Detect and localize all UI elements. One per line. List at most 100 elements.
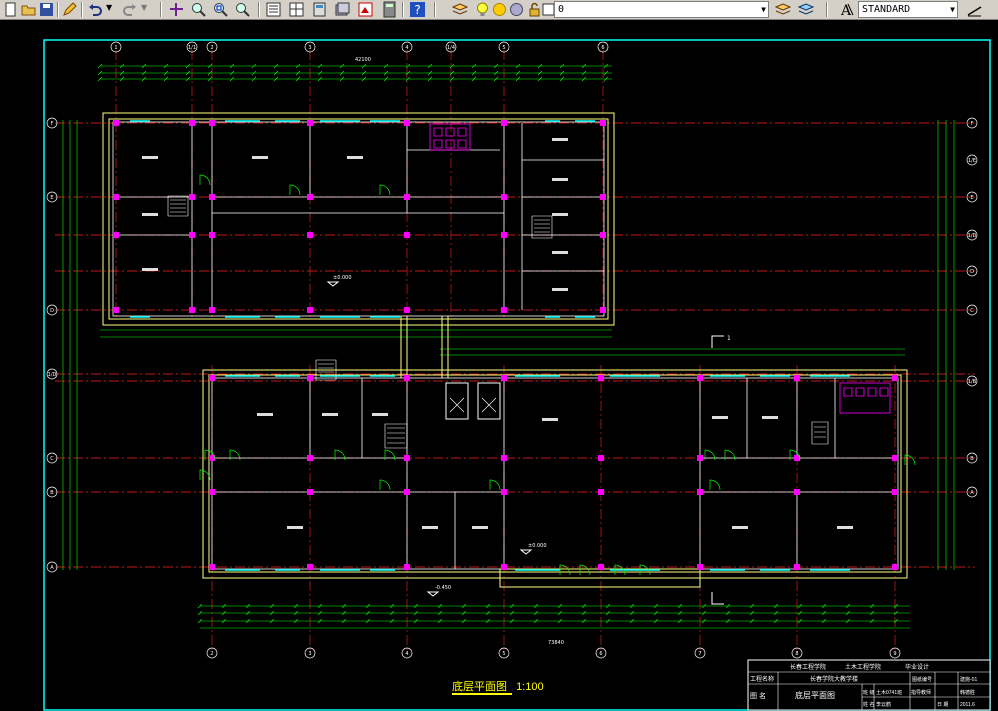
axis-bubble-label: 9 bbox=[893, 651, 896, 657]
properties-icon[interactable] bbox=[265, 1, 282, 18]
sun-icon[interactable] bbox=[491, 1, 508, 18]
lightbulb-icon[interactable] bbox=[474, 1, 491, 18]
column bbox=[501, 455, 507, 461]
help-icon[interactable]: ? bbox=[409, 1, 426, 18]
layer-manager-icon[interactable] bbox=[451, 1, 468, 18]
undo-icon[interactable] bbox=[87, 1, 104, 18]
column bbox=[404, 489, 410, 495]
svg-text:±0.000: ±0.000 bbox=[333, 275, 352, 281]
svg-text:1: 1 bbox=[727, 335, 731, 342]
column bbox=[209, 564, 215, 570]
room-label bbox=[762, 416, 778, 419]
svg-text:?: ? bbox=[414, 3, 420, 17]
redo-icon[interactable] bbox=[121, 1, 138, 18]
axis-grid-lines bbox=[55, 50, 975, 650]
column bbox=[113, 194, 119, 200]
axis-bubble-label: 1/D bbox=[968, 233, 977, 239]
axis-bubble-label: E bbox=[970, 195, 973, 201]
drawing-caption-title: 底层平面图 bbox=[452, 681, 507, 693]
axis-bubble-label: 3 bbox=[308, 45, 311, 51]
column bbox=[501, 375, 507, 381]
connector-walls bbox=[400, 316, 501, 420]
lower-block-walls bbox=[202, 369, 908, 588]
column bbox=[600, 307, 606, 313]
tb-class-value: 土木0741班 bbox=[876, 689, 902, 696]
text-style-dropdown[interactable]: STANDARD ▼ bbox=[858, 1, 958, 18]
room-label bbox=[472, 526, 488, 529]
text-style-icon[interactable]: A bbox=[838, 1, 855, 18]
column bbox=[598, 564, 604, 570]
chevron-down-icon: ▼ bbox=[950, 5, 955, 14]
tb-dept: 土木工程学院 bbox=[845, 663, 881, 671]
axis-bubble-label: 1 bbox=[114, 45, 117, 51]
door-swing bbox=[289, 184, 301, 196]
column bbox=[697, 564, 703, 570]
freeze-icon[interactable] bbox=[508, 1, 525, 18]
zoom-window-icon[interactable] bbox=[212, 1, 229, 18]
layer-match-icon[interactable] bbox=[797, 1, 814, 18]
new-icon[interactable] bbox=[2, 1, 19, 18]
zoom-realtime-icon[interactable] bbox=[190, 1, 207, 18]
calculator-icon[interactable] bbox=[381, 1, 398, 18]
column bbox=[794, 564, 800, 570]
room-label bbox=[837, 526, 853, 529]
axis-bubble-label: B bbox=[50, 490, 54, 496]
axis-bubble-label: 1/D bbox=[48, 372, 57, 378]
upper-block-walls bbox=[102, 112, 615, 326]
column bbox=[307, 194, 313, 200]
room-label bbox=[542, 418, 558, 421]
axis-bubble-label: 1/4 bbox=[447, 45, 455, 51]
room-label bbox=[552, 178, 568, 181]
dim-style-icon[interactable] bbox=[966, 1, 983, 18]
axis-bubble-label: E bbox=[50, 195, 53, 201]
column bbox=[697, 455, 703, 461]
column bbox=[600, 120, 606, 126]
zoom-previous-icon[interactable] bbox=[234, 1, 251, 18]
column bbox=[307, 375, 313, 381]
door-swing bbox=[489, 479, 501, 491]
overall-dim-top: 42100 bbox=[355, 57, 371, 63]
tb-student: 李云鹤 bbox=[876, 701, 891, 708]
pencil-icon[interactable] bbox=[61, 1, 78, 18]
undo-dropdown-icon[interactable]: ▼ bbox=[106, 3, 112, 12]
room-label bbox=[552, 213, 568, 216]
layer-dropdown[interactable]: 0 ▼ bbox=[554, 1, 769, 18]
tool-palette-icon[interactable] bbox=[311, 1, 328, 18]
column bbox=[209, 375, 215, 381]
door-swing bbox=[559, 564, 571, 576]
redo-dropdown-icon[interactable]: ▼ bbox=[141, 3, 147, 12]
room-label bbox=[552, 288, 568, 291]
column bbox=[501, 307, 507, 313]
column bbox=[697, 489, 703, 495]
layer-previous-icon[interactable] bbox=[774, 1, 791, 18]
design-center-icon[interactable] bbox=[288, 1, 305, 18]
open-icon[interactable] bbox=[20, 1, 37, 18]
text-style-dropdown-value: STANDARD bbox=[862, 4, 911, 15]
window-openings bbox=[130, 120, 850, 571]
structural-columns bbox=[113, 120, 898, 570]
tb-design: 毕业设计 bbox=[905, 663, 929, 671]
column bbox=[697, 375, 703, 381]
room-label bbox=[552, 138, 568, 141]
room-label bbox=[142, 156, 158, 159]
tb-project-name: 长春学院大教学楼 bbox=[810, 675, 858, 683]
chevron-down-icon: ▼ bbox=[761, 5, 766, 14]
drawing-canvas[interactable]: 1 1/1 2 3 4 1/4 5 6 2 3 4 5 6 7 8 9 F E D 1/D C B A F 1/E E 1/D D C 1… bbox=[0, 20, 998, 711]
column bbox=[307, 120, 313, 126]
tb-sheet-no: 建施-01 bbox=[960, 676, 977, 683]
tb-student-label: 姓 名 bbox=[863, 701, 874, 708]
sheet-set-icon[interactable] bbox=[334, 1, 351, 18]
save-icon[interactable] bbox=[38, 1, 55, 18]
column bbox=[209, 120, 215, 126]
column bbox=[307, 455, 313, 461]
pan-icon[interactable] bbox=[168, 1, 185, 18]
column bbox=[113, 232, 119, 238]
axis-bubble-label: 5 bbox=[502, 651, 505, 657]
column bbox=[209, 194, 215, 200]
door-swing bbox=[199, 174, 211, 186]
markup-icon[interactable] bbox=[357, 1, 374, 18]
column bbox=[600, 194, 606, 200]
column bbox=[404, 307, 410, 313]
room-label bbox=[252, 156, 268, 159]
svg-text:-0.450: -0.450 bbox=[435, 585, 451, 591]
